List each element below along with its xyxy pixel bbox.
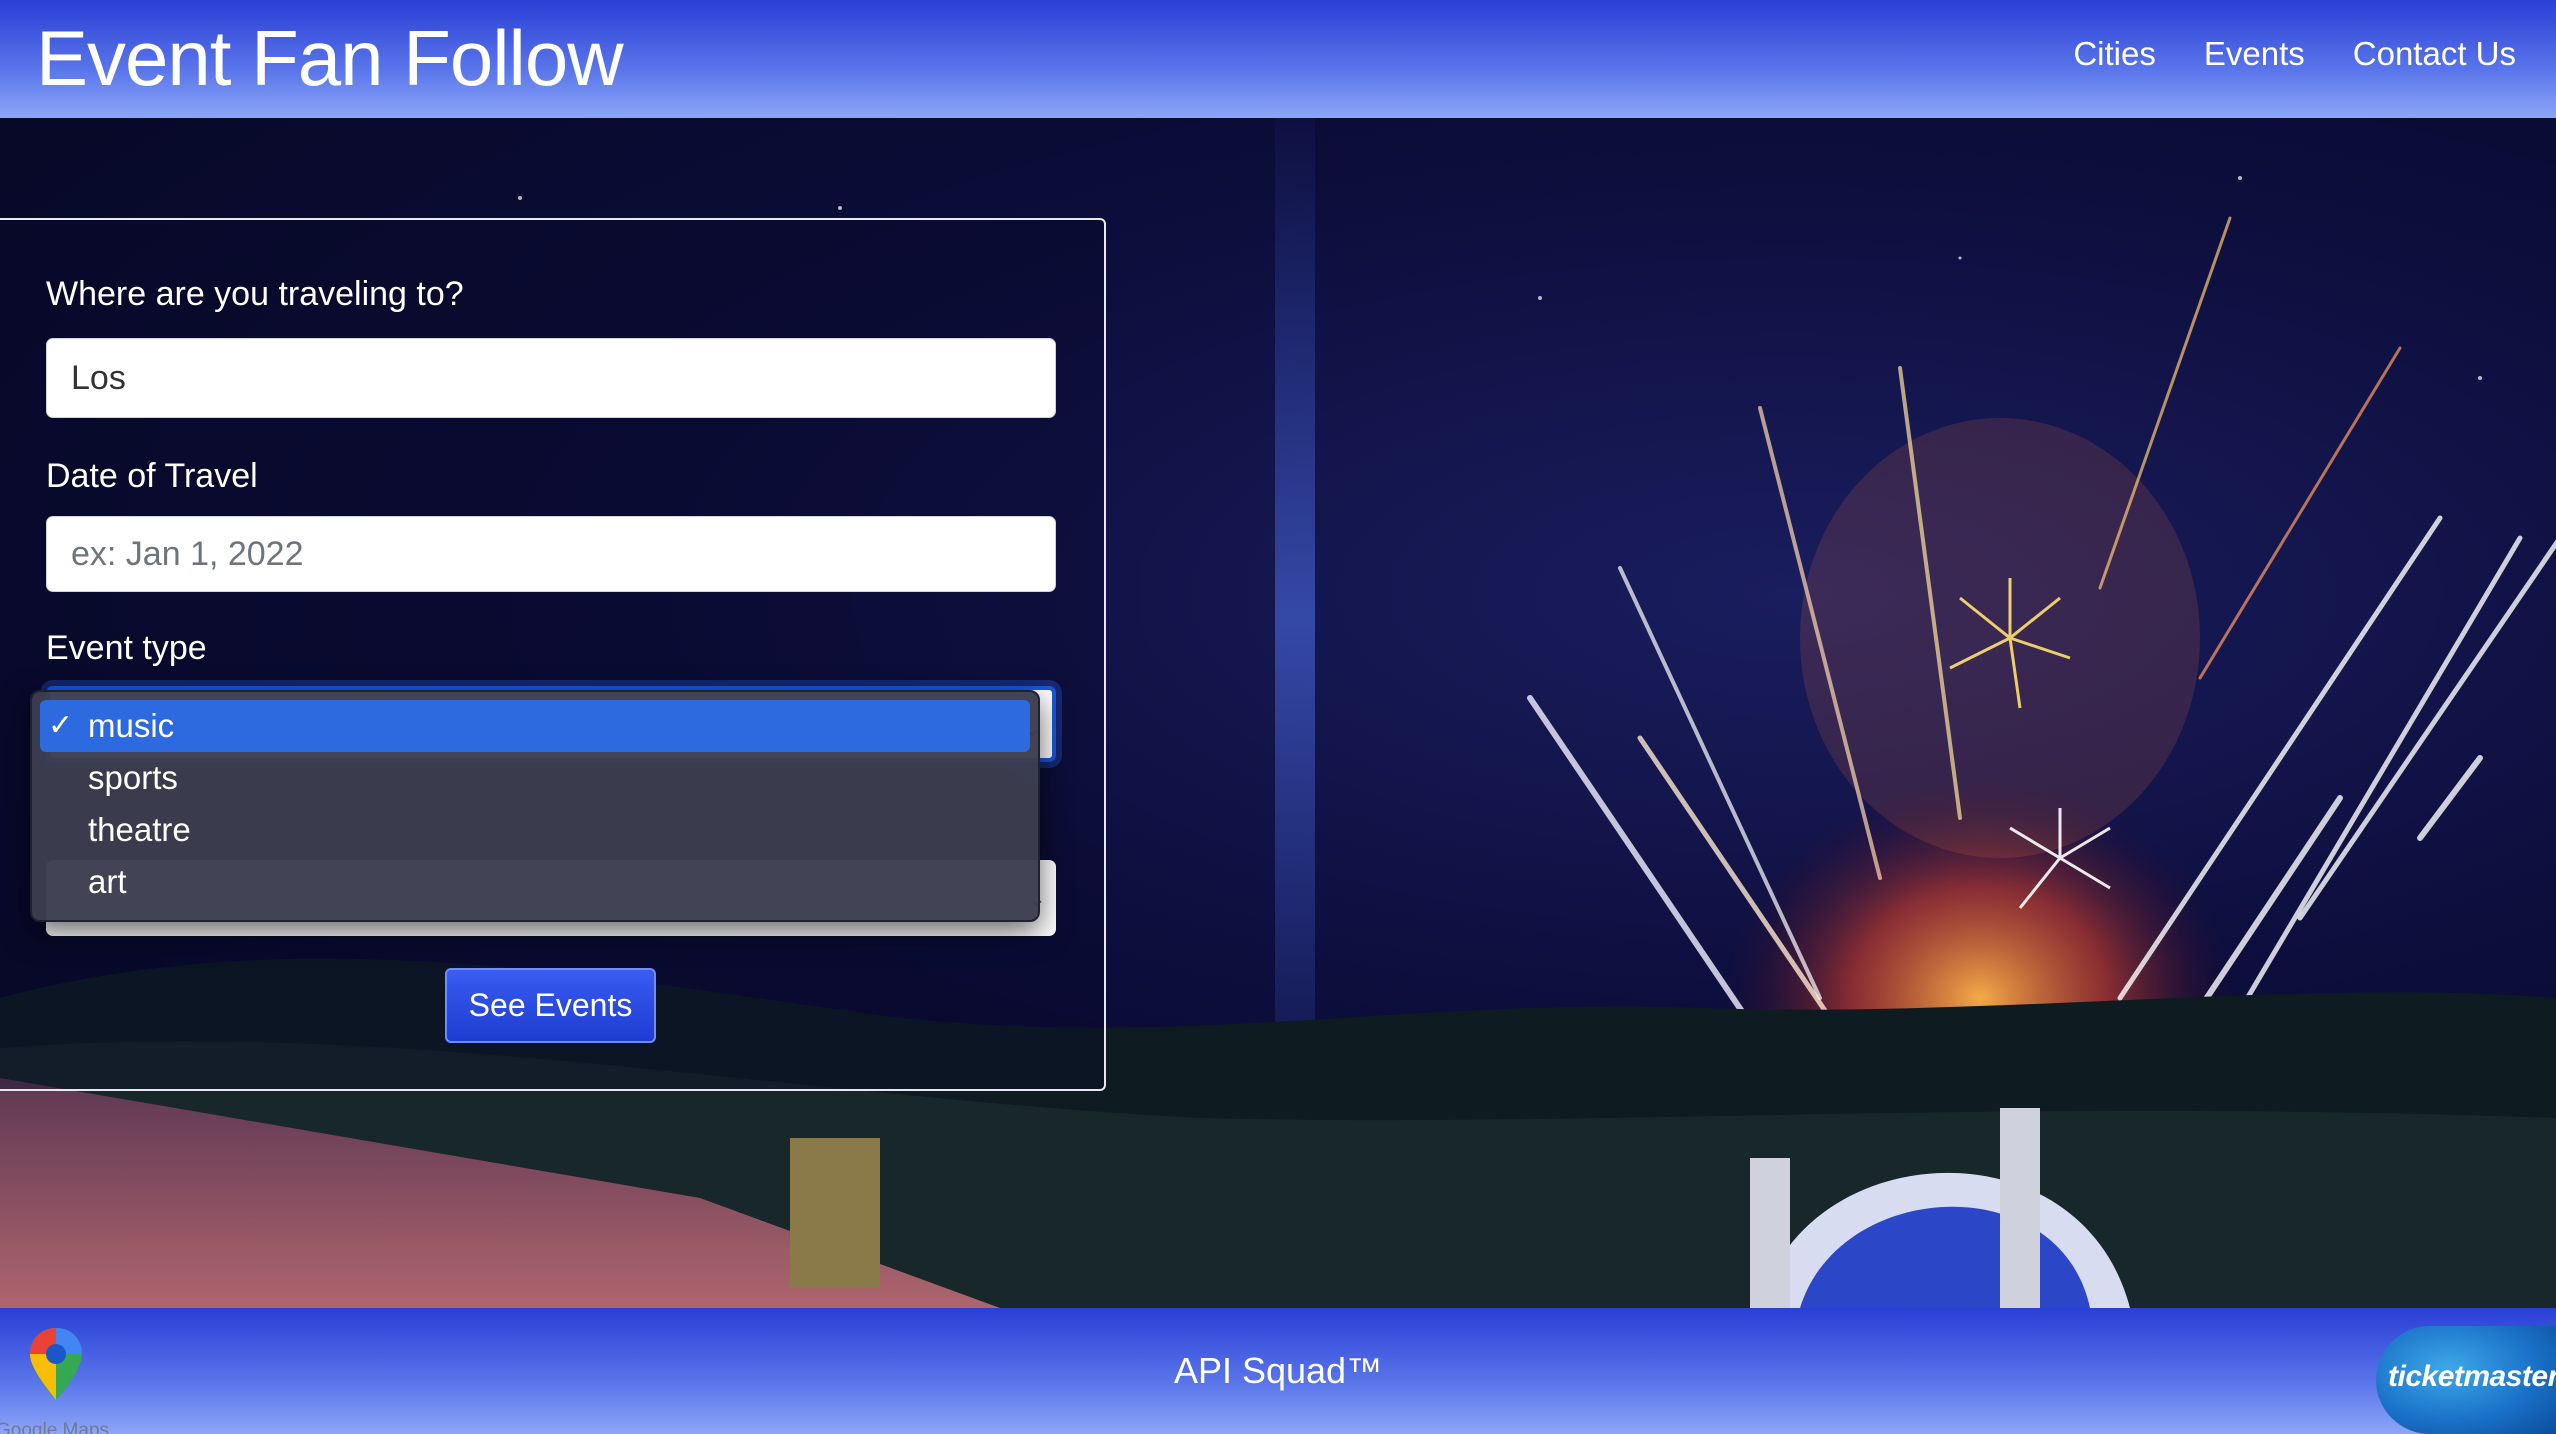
event-type-dropdown-menu: ✓ music sports theatre art	[30, 690, 1040, 922]
destination-input[interactable]	[46, 338, 1056, 418]
top-navbar: Event Fan Follow Cities Events Contact U…	[0, 0, 2556, 118]
date-input[interactable]	[46, 516, 1056, 592]
ticketmaster-logo-text: ticketmaster	[2388, 1360, 2556, 1393]
event-type-option-theatre[interactable]: theatre	[40, 804, 1030, 856]
ticketmaster-logo[interactable]: ticketmaster	[2376, 1326, 2556, 1434]
search-panel: Where are you traveling to? Date of Trav…	[0, 218, 1106, 1091]
see-events-button[interactable]: See Events	[445, 968, 656, 1043]
brand-title[interactable]: Event Fan Follow	[36, 10, 624, 106]
nav-link-cities[interactable]: Cities	[2073, 30, 2156, 78]
footer: Google Maps API Squad™ ticketmaster	[0, 1308, 2556, 1434]
nav-link-events[interactable]: Events	[2204, 30, 2305, 78]
event-type-option-sports[interactable]: sports	[40, 752, 1030, 804]
nav-link-contact-us[interactable]: Contact Us	[2353, 30, 2516, 78]
date-label: Date of Travel	[46, 457, 258, 495]
checkmark-icon: ✓	[48, 709, 74, 742]
event-type-label: Event type	[46, 629, 207, 667]
destination-label: Where are you traveling to?	[46, 275, 464, 313]
event-type-option-music[interactable]: ✓ music	[40, 700, 1030, 752]
google-maps-label: Google Maps	[0, 1420, 110, 1434]
footer-copyright: API Squad™	[1173, 1350, 1383, 1391]
main-nav: Cities Events Contact Us	[2073, 30, 2516, 78]
event-type-option-art[interactable]: art	[40, 856, 1030, 908]
